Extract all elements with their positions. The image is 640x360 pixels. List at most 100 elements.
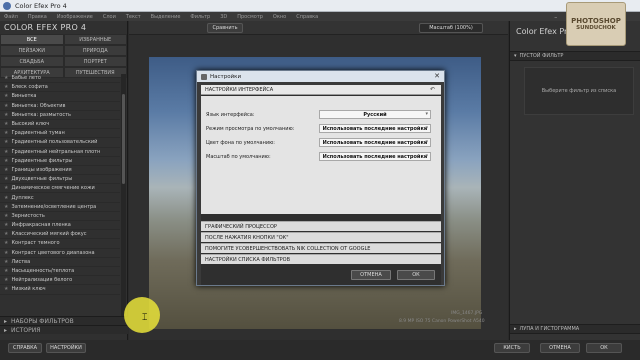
- menu-item[interactable]: Окно: [273, 14, 286, 20]
- improve-nik-section[interactable]: ПОМОГИТЕ УСОВЕРШЕНСТВОВАТЬ NIK COLLECTIO…: [201, 243, 441, 253]
- dialog-cancel-button[interactable]: ОТМЕНА: [351, 270, 391, 280]
- star-icon[interactable]: ★: [4, 176, 8, 182]
- interface-settings-header[interactable]: НАСТРОЙКИ ИНТЕРФЕЙСА ↶: [201, 85, 441, 95]
- ok-button[interactable]: ОК: [586, 343, 622, 353]
- filter-item[interactable]: ★ Нейтрализация белого: [0, 276, 120, 286]
- zoom-select[interactable]: Масштаб (100%): [419, 23, 483, 33]
- filter-item[interactable]: ★ Градиентный пользовательский: [0, 138, 120, 148]
- menu-item[interactable]: Файл: [4, 14, 18, 20]
- language-select[interactable]: Русский ▾: [319, 110, 431, 119]
- filter-item[interactable]: ★ Градиентные фильтры: [0, 157, 120, 166]
- menu-item[interactable]: Справка: [296, 14, 318, 20]
- settings-button[interactable]: НАСТРОЙКИ: [46, 343, 86, 353]
- star-icon[interactable]: ★: [4, 204, 8, 210]
- star-icon[interactable]: ★: [4, 103, 8, 109]
- filter-item[interactable]: ★ Затемнение/осветление центра: [0, 203, 120, 212]
- filter-item[interactable]: ★ Контраст темного: [0, 239, 120, 249]
- star-icon[interactable]: ★: [4, 277, 8, 283]
- filter-item[interactable]: ★ Классический мягкий фокус: [0, 230, 120, 240]
- filter-item[interactable]: ★ Контраст цветового диапазона: [0, 249, 120, 258]
- filter-item[interactable]: ★ Высокий ключ: [0, 120, 120, 130]
- star-icon[interactable]: ★: [4, 158, 8, 164]
- filter-item[interactable]: ★ Виньетка: [0, 92, 120, 102]
- scrollbar-thumb[interactable]: [122, 94, 125, 184]
- menu-item[interactable]: Фильтр: [190, 14, 210, 20]
- filter-item[interactable]: ★ Градиентный туман: [0, 129, 120, 139]
- filter-item[interactable]: ★ Границы изображения: [0, 166, 120, 176]
- filter-item[interactable]: ★ Бабье лето: [0, 74, 120, 84]
- loupe-label: ЛУПА И ГИСТОГРАММА: [519, 326, 580, 332]
- star-icon[interactable]: ★: [4, 149, 8, 155]
- after-ok-section[interactable]: ПОСЛЕ НАЖАТИЯ КНОПКИ "ОК": [201, 232, 441, 242]
- filter-item[interactable]: ★ Дуплекс: [0, 193, 120, 203]
- star-icon[interactable]: ★: [4, 93, 8, 99]
- watermark-logo: PHOTOSHOP SUNDUCHOK: [566, 2, 626, 46]
- gpu-section[interactable]: ГРАФИЧЕСКИЙ ПРОЦЕССОР: [201, 221, 441, 231]
- filter-item[interactable]: ★ Листва: [0, 258, 120, 267]
- dialog-titlebar: Настройки ✕: [197, 71, 444, 82]
- minimize-icon[interactable]: –: [554, 14, 557, 21]
- star-icon[interactable]: ★: [4, 121, 8, 127]
- tab-all[interactable]: ВСЕ: [0, 34, 64, 45]
- menu-item[interactable]: 3D: [220, 14, 227, 20]
- star-icon[interactable]: ★: [4, 167, 8, 173]
- select-value: Русский: [363, 111, 387, 118]
- menu-item[interactable]: Правка: [28, 14, 47, 20]
- filter-item[interactable]: ★ Низкий ключ: [0, 285, 120, 295]
- star-icon[interactable]: ★: [4, 250, 8, 256]
- filter-item[interactable]: ★ Градиентный нейтральная плотн: [0, 148, 120, 157]
- help-button[interactable]: СПРАВКА: [8, 343, 42, 353]
- filter-list-settings-section[interactable]: НАСТРОЙКИ СПИСКА ФИЛЬТРОВ: [201, 254, 441, 264]
- reset-icon[interactable]: ↶: [430, 86, 435, 93]
- star-icon[interactable]: ★: [4, 139, 8, 145]
- filter-item[interactable]: ★ Виньетка: размытость: [0, 111, 120, 120]
- tab-portrait[interactable]: ПОРТРЕТ: [63, 56, 127, 67]
- zoom-default-select[interactable]: Использовать последние настройки ▾: [319, 152, 431, 161]
- star-icon[interactable]: ★: [4, 112, 8, 118]
- star-icon[interactable]: ★: [4, 130, 8, 136]
- filter-item[interactable]: ★ Динамическое смягчение кожи: [0, 184, 120, 194]
- filter-label: Низкий ключ: [11, 286, 46, 293]
- cancel-button[interactable]: ОТМЕНА: [540, 343, 580, 353]
- star-icon[interactable]: ★: [4, 240, 8, 246]
- menu-item[interactable]: Текст: [126, 14, 141, 20]
- dialog-ok-button[interactable]: ОК: [397, 270, 435, 280]
- section-filter-presets[interactable]: ▸ НАБОРЫ ФИЛЬТРОВ: [0, 316, 128, 325]
- star-icon[interactable]: ★: [4, 213, 8, 219]
- tab-wedding[interactable]: СВАДЬБА: [0, 56, 64, 67]
- compare-button[interactable]: Сравнить: [207, 23, 243, 33]
- tab-nature[interactable]: ПРИРОДА: [63, 45, 127, 56]
- star-icon[interactable]: ★: [4, 222, 8, 228]
- loupe-histogram-header[interactable]: ▸ ЛУПА И ГИСТОГРАММА: [510, 324, 640, 334]
- menu-item[interactable]: Слои: [103, 14, 116, 20]
- filter-list-scrollbar[interactable]: [121, 74, 126, 316]
- filter-item[interactable]: ★ Двухцветные фильтры: [0, 175, 120, 185]
- tab-favorites[interactable]: ИЗБРАННЫЕ: [63, 34, 127, 45]
- star-icon[interactable]: ★: [4, 195, 8, 201]
- filter-label: Блеск софита: [11, 84, 48, 91]
- background-color-select[interactable]: Использовать последние настройки ▾: [319, 138, 431, 147]
- star-icon[interactable]: ★: [4, 75, 8, 81]
- filter-item[interactable]: ★ Насыщенность/теплота: [0, 267, 120, 277]
- filter-item[interactable]: ★ Зернистость: [0, 212, 120, 221]
- dialog-body: НАСТРОЙКИ ИНТЕРФЕЙСА ↶ Язык интерфейса: …: [201, 85, 441, 285]
- brush-button[interactable]: КИСТЬ: [494, 343, 530, 353]
- close-icon[interactable]: ✕: [434, 72, 440, 80]
- star-icon[interactable]: ★: [4, 268, 8, 274]
- filter-item[interactable]: ★ Инфракрасная пленка: [0, 221, 120, 231]
- menu-item[interactable]: Изображение: [57, 14, 93, 20]
- filter-item[interactable]: ★ Блеск софита: [0, 83, 120, 93]
- window-title: Color Efex Pro 4: [15, 1, 67, 10]
- star-icon[interactable]: ★: [4, 84, 8, 90]
- tab-landscapes[interactable]: ПЕЙЗАЖИ: [0, 45, 64, 56]
- section-history[interactable]: ▸ ИСТОРИЯ: [0, 325, 128, 334]
- star-icon[interactable]: ★: [4, 286, 8, 292]
- filter-item[interactable]: ★ Виньетка: Объектив: [0, 102, 120, 111]
- view-mode-select[interactable]: Использовать последние настройки ▾: [319, 124, 431, 133]
- empty-filter-header[interactable]: ▾ ПУСТОЙ ФИЛЬТР: [510, 51, 640, 61]
- star-icon[interactable]: ★: [4, 185, 8, 191]
- star-icon[interactable]: ★: [4, 231, 8, 237]
- menu-item[interactable]: Выделение: [151, 14, 181, 20]
- star-icon[interactable]: ★: [4, 259, 8, 265]
- menu-item[interactable]: Просмотр: [237, 14, 263, 20]
